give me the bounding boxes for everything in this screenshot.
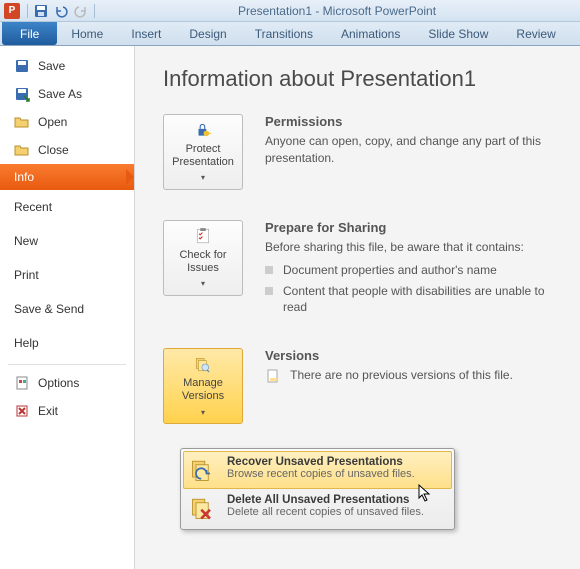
app-icon: P [4, 3, 20, 19]
list-item: Content that people with disabilities ar… [265, 281, 566, 319]
nav-save[interactable]: Save [0, 52, 134, 80]
nav-recent[interactable]: Recent [0, 190, 134, 224]
nav-label: Save As [38, 87, 82, 101]
nav-info[interactable]: Info [0, 164, 134, 190]
manage-versions-button[interactable]: Manage Versions ▾ [163, 348, 243, 424]
delete-unsaved-item[interactable]: Delete All Unsaved Presentations Delete … [183, 489, 452, 527]
nav-savensend[interactable]: Save & Send [0, 292, 134, 326]
permissions-heading: Permissions [265, 114, 566, 129]
versions-heading: Versions [265, 348, 566, 363]
save-icon[interactable] [33, 3, 49, 19]
document-icon [265, 368, 281, 384]
nav-exit[interactable]: Exit [0, 397, 134, 425]
open-icon [14, 114, 30, 130]
exit-icon [14, 403, 30, 419]
backstage-nav: Save Save As Open Close Info Recent New … [0, 46, 135, 569]
nav-help[interactable]: Help [0, 326, 134, 360]
sharing-desc: Before sharing this file, be aware that … [265, 239, 566, 256]
versions-section: Manage Versions ▾ Versions There are no p… [163, 348, 566, 424]
chevron-down-icon: ▾ [201, 173, 205, 183]
list-item: Document properties and author's name [265, 260, 566, 281]
tab-insert[interactable]: Insert [117, 22, 175, 45]
nav-label: Options [38, 376, 79, 390]
nav-print[interactable]: Print [0, 258, 134, 292]
save-icon [14, 58, 30, 74]
lock-icon [187, 121, 219, 139]
options-icon [14, 375, 30, 391]
permissions-desc: Anyone can open, copy, and change any pa… [265, 133, 566, 167]
nav-label: Open [38, 115, 67, 129]
button-label: Protect Presentation [170, 143, 236, 169]
nav-close[interactable]: Close [0, 136, 134, 164]
title-bar: P Presentation1 - Microsoft PowerPoint [0, 0, 580, 22]
page-title: Information about Presentation1 [163, 66, 566, 92]
nav-saveas[interactable]: Save As [0, 80, 134, 108]
check-issues-button[interactable]: Check for Issues ▾ [163, 220, 243, 296]
recover-icon [189, 456, 217, 484]
tab-home[interactable]: Home [57, 22, 117, 45]
nav-label: Help [14, 336, 39, 350]
tab-transitions[interactable]: Transitions [241, 22, 327, 45]
menu-item-title: Delete All Unsaved Presentations [227, 494, 424, 506]
tab-design[interactable]: Design [175, 22, 240, 45]
tab-review[interactable]: Review [502, 22, 569, 45]
nav-options[interactable]: Options [0, 369, 134, 397]
manage-versions-menu: Recover Unsaved Presentations Browse rec… [180, 448, 455, 530]
chevron-down-icon: ▾ [201, 408, 205, 418]
undo-icon[interactable] [53, 3, 69, 19]
tab-animations[interactable]: Animations [327, 22, 414, 45]
nav-label: New [14, 234, 38, 248]
protect-presentation-button[interactable]: Protect Presentation ▾ [163, 114, 243, 190]
sharing-heading: Prepare for Sharing [265, 220, 566, 235]
window-title: Presentation1 - Microsoft PowerPoint [98, 4, 576, 18]
close-folder-icon [14, 142, 30, 158]
delete-icon [189, 494, 217, 522]
tab-file[interactable]: File [2, 22, 57, 45]
sharing-section: Check for Issues ▾ Prepare for Sharing Be… [163, 220, 566, 318]
saveas-icon [14, 86, 30, 102]
nav-open[interactable]: Open [0, 108, 134, 136]
versions-desc: There are no previous versions of this f… [265, 367, 566, 384]
redo-icon[interactable] [73, 3, 89, 19]
permissions-section: Protect Presentation ▾ Permissions Anyone… [163, 114, 566, 190]
chevron-down-icon: ▾ [201, 279, 205, 289]
versions-icon [187, 355, 219, 373]
recover-unsaved-item[interactable]: Recover Unsaved Presentations Browse rec… [183, 451, 452, 489]
nav-label: Save [38, 59, 65, 73]
checklist-icon [187, 227, 219, 245]
nav-new[interactable]: New [0, 224, 134, 258]
button-label: Check for Issues [170, 249, 236, 275]
nav-label: Info [14, 170, 34, 184]
nav-label: Exit [38, 404, 58, 418]
menu-item-title: Recover Unsaved Presentations [227, 456, 415, 468]
ribbon-tabs: File Home Insert Design Transitions Anim… [0, 22, 580, 46]
nav-label: Save & Send [14, 302, 84, 316]
menu-item-desc: Browse recent copies of unsaved files. [227, 468, 415, 481]
nav-label: Print [14, 268, 39, 282]
nav-label: Recent [14, 200, 52, 214]
menu-item-desc: Delete all recent copies of unsaved file… [227, 506, 424, 519]
tab-slideshow[interactable]: Slide Show [414, 22, 502, 45]
button-label: Manage Versions [170, 377, 236, 403]
nav-label: Close [38, 143, 69, 157]
